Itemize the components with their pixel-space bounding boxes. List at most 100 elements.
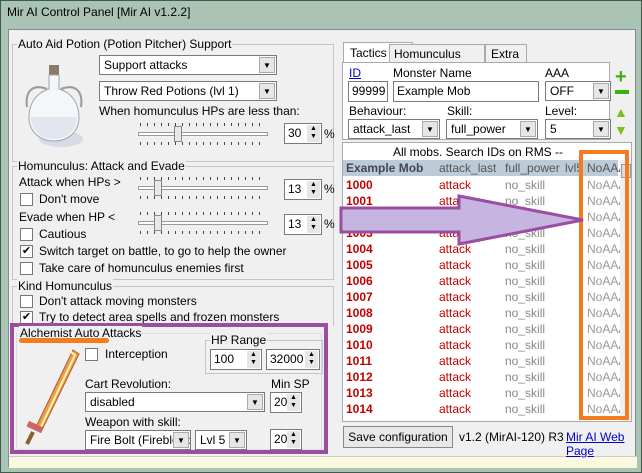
arrow-annotation	[339, 194, 584, 246]
cell-skill: no_skill	[505, 354, 546, 368]
aaa-value: OFF	[550, 84, 574, 98]
spin-arrows-icon[interactable]: ▲ ▼	[307, 216, 320, 233]
dont-attack-moving-checkbox[interactable]	[20, 295, 33, 308]
attack-hp-spinner[interactable]: 13 ▲ ▼	[284, 179, 322, 200]
behaviour-select[interactable]: attack_last ▼	[348, 119, 440, 139]
cell-id: 1000	[346, 178, 373, 192]
table-row[interactable]: 1011 attack no_skill NoAAA	[343, 353, 626, 369]
cell-behaviour: attack	[439, 274, 472, 288]
aaa-column-annotation	[579, 150, 629, 420]
dont-move-checkbox[interactable]	[20, 193, 33, 206]
potion-hp-slider[interactable]	[138, 123, 268, 145]
attack-hp-slider[interactable]	[138, 177, 268, 199]
save-label: Save configuration	[348, 430, 448, 444]
level-select[interactable]: 5 ▼	[545, 119, 611, 139]
cart-revolution-value: disabled	[90, 395, 135, 409]
cart-revolution-select[interactable]: disabled ▼	[85, 392, 265, 412]
weapon-level-select[interactable]: Lvl 5 ▼	[195, 430, 247, 450]
table-row[interactable]: 1006 attack no_skill NoAAA	[343, 273, 626, 289]
weapon-skill-select[interactable]: Fire Bolt (Fireblend) ▼	[85, 430, 191, 450]
hp-min-spinner[interactable]: 100 ▲ ▼	[210, 349, 262, 370]
spin-arrows-icon[interactable]: ▲ ▼	[287, 394, 300, 411]
spin-arrows-icon[interactable]: ▲ ▼	[307, 125, 320, 142]
table-row[interactable]: 1005 attack no_skill NoAAA	[343, 257, 626, 273]
spin-arrows-icon[interactable]: ▲ ▼	[305, 351, 318, 368]
potion-bottle-image	[21, 57, 87, 153]
window: Mir AI Control Panel [Mir AI v1.2.2] Aut…	[0, 0, 642, 473]
cell-id: 1006	[346, 274, 373, 288]
potion-hp-spinner[interactable]: 30 ▲ ▼	[284, 123, 322, 144]
skill-label: Skill:	[447, 104, 473, 118]
skill-value: full_power	[451, 122, 506, 136]
table-row[interactable]: 1007 attack no_skill NoAAA	[343, 289, 626, 305]
tab-extra[interactable]: Extra	[485, 44, 527, 62]
potion-group: Auto Aid Potion (Potion Pitcher) Support…	[12, 37, 335, 162]
take-care-checkbox[interactable]	[20, 262, 33, 275]
table-row[interactable]: 1012 attack no_skill NoAAA	[343, 369, 626, 385]
id-link[interactable]: ID	[349, 66, 361, 80]
skill-select[interactable]: full_power ▼	[446, 119, 538, 139]
table-row[interactable]: 1013 attack no_skill NoAAA	[343, 385, 626, 401]
potion-type-select[interactable]: Throw Red Potions (lvl 1) ▼	[99, 81, 277, 101]
take-care-label: Take care of homunculus enemies first	[39, 261, 244, 275]
evade-hp-spinner[interactable]: 13 ▲ ▼	[284, 214, 322, 235]
switch-target-checkbox[interactable]: ✔	[20, 245, 33, 258]
evade-hp-value: 13	[288, 217, 302, 231]
spin-arrows-icon[interactable]: ▲ ▼	[247, 351, 260, 368]
hp-max-spinner[interactable]: 32000 ▲ ▼	[266, 349, 320, 370]
table-row[interactable]: 1000 attack no_skill NoAAA	[343, 177, 626, 193]
weapon-sp-value: 20	[274, 432, 288, 446]
sword-image	[21, 346, 81, 446]
evade-hp-slider[interactable]	[138, 212, 268, 234]
save-configuration-button[interactable]: Save configuration	[343, 426, 453, 448]
cell-skill: no_skill	[505, 338, 546, 352]
web-page-link[interactable]: Mir AI Web Page	[566, 430, 635, 458]
cell-behaviour: attack	[439, 258, 472, 272]
col-name: Example Mob	[346, 161, 424, 175]
kind-group-label: Kind Homunculus	[17, 279, 114, 293]
table-row[interactable]: 1009 attack no_skill NoAAA	[343, 321, 626, 337]
chevron-down-icon: ▼	[173, 432, 189, 448]
cell-behaviour: attack	[439, 306, 472, 320]
table-row[interactable]: 1014 attack no_skill NoAAA	[343, 401, 626, 417]
weapon-sp-spinner[interactable]: 20 ▲ ▼	[270, 429, 302, 450]
cell-id: 1012	[346, 370, 373, 384]
weapon-skill-label: Weapon with skill:	[85, 415, 181, 429]
potion-hp-value: 30	[288, 126, 302, 140]
hp-max-value: 32000	[270, 352, 304, 366]
list-column-header: Example Mob attack_last full_power lvl5 …	[343, 160, 626, 176]
cell-skill: no_skill	[505, 290, 546, 304]
attack-evade-group: Homunculus: Attack and Evade Attack when…	[12, 159, 335, 280]
tab-label: Extra	[491, 47, 520, 61]
spin-arrows-icon[interactable]: ▲ ▼	[307, 181, 320, 198]
interception-checkbox[interactable]	[85, 348, 98, 361]
cell-behaviour: attack	[439, 338, 472, 352]
potion-mode-select[interactable]: Support attacks ▼	[99, 55, 277, 75]
potion-mode-value: Support attacks	[104, 58, 188, 72]
table-row[interactable]: 1008 attack no_skill NoAAA	[343, 305, 626, 321]
remove-icon[interactable]	[615, 90, 629, 94]
id-input[interactable]: 99999	[348, 81, 388, 102]
window-title: Mir AI Control Panel [Mir AI v1.2.2]	[7, 5, 191, 19]
detect-spells-label: Try to detect area spells and frozen mon…	[39, 310, 280, 324]
cell-id: 1011	[346, 354, 373, 368]
chevron-down-icon: ▼	[593, 83, 609, 99]
potion-hp-label: When homunculus HPs are less than:	[99, 104, 300, 118]
add-icon[interactable]: +	[615, 66, 627, 89]
cell-id: 1009	[346, 322, 373, 336]
move-up-icon[interactable]: ▲	[614, 104, 628, 120]
spin-arrows-icon[interactable]: ▲ ▼	[287, 431, 300, 448]
table-row[interactable]: 1010 attack no_skill NoAAA	[343, 337, 626, 353]
tactics-panel: ID Monster Name AAA 99999 Example Mob OF…	[342, 62, 611, 140]
min-sp-spinner[interactable]: 20 ▲ ▼	[270, 392, 302, 413]
move-down-icon[interactable]: ▼	[614, 122, 628, 138]
cautious-checkbox[interactable]	[20, 228, 33, 241]
monster-name-value: Example Mob	[397, 84, 471, 98]
cell-behaviour: attack	[439, 370, 472, 384]
chevron-down-icon: ▼	[520, 121, 536, 137]
interception-label: Interception	[105, 347, 168, 361]
monster-name-input[interactable]: Example Mob	[393, 81, 539, 102]
tab-homunculus-skills[interactable]: Homunculus Skills	[389, 44, 485, 75]
aaa-select[interactable]: OFF ▼	[545, 81, 611, 101]
behaviour-value: attack_last	[353, 122, 411, 136]
